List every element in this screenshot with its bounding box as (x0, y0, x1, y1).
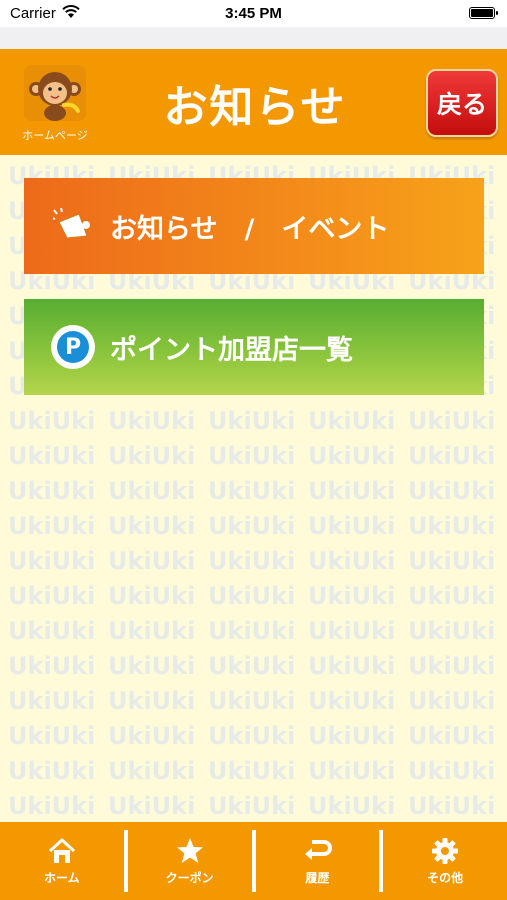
parking-p-icon: P (51, 325, 95, 369)
tab-bar: ホーム クーポン 履歴 その他 (0, 822, 507, 900)
clock: 3:45 PM (225, 5, 282, 22)
point-stores-label: ポイント加盟店一覧 (110, 334, 353, 366)
tab-home[interactable]: ホーム (0, 822, 124, 900)
app-header: ホームページ お知らせ 戻る (0, 49, 507, 155)
tab-coupon-label: クーポン (165, 871, 214, 885)
tab-coupon[interactable]: クーポン (128, 822, 252, 900)
news-events-label: お知らせ / イベント (110, 213, 390, 245)
tab-other-label: その他 (427, 871, 464, 885)
tab-other[interactable]: その他 (383, 822, 507, 900)
status-bar: Carrier 3:45 PM (0, 0, 507, 27)
monkey-mascot-icon (24, 65, 86, 121)
tab-history[interactable]: 履歴 (256, 822, 380, 900)
home-page-label: ホームページ (22, 129, 88, 142)
nav-spacer (0, 27, 507, 49)
news-events-button[interactable]: お知らせ / イベント (24, 178, 484, 274)
return-arrow-icon (302, 836, 333, 866)
megaphone-icon (50, 203, 96, 249)
star-icon (176, 836, 204, 866)
page-title: お知らせ (163, 82, 347, 133)
tab-history-label: 履歴 (305, 871, 330, 885)
tab-home-label: ホーム (44, 871, 80, 885)
back-button[interactable]: 戻る (426, 69, 498, 137)
home-page-link[interactable]: ホームページ (10, 61, 100, 153)
home-icon (47, 836, 77, 866)
battery-icon (469, 7, 498, 19)
point-stores-button[interactable]: P ポイント加盟店一覧 (24, 299, 484, 395)
gear-icon (431, 836, 459, 866)
